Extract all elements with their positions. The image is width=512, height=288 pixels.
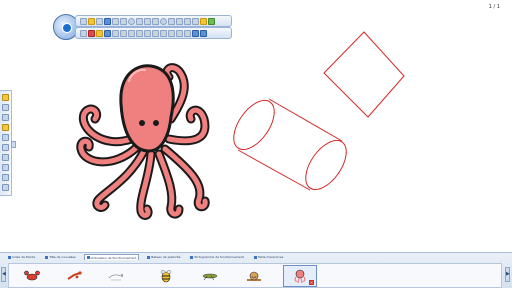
gallery-prev-button[interactable]: ◀ xyxy=(1,267,6,282)
crab-icon xyxy=(24,270,40,281)
color-blue-icon[interactable] xyxy=(104,29,111,37)
lobster-icon xyxy=(67,271,82,280)
side-pen-icon[interactable] xyxy=(2,94,9,101)
bird-sketch-icon xyxy=(108,274,124,281)
pointer-icon[interactable] xyxy=(80,29,87,37)
shape-tool-icon[interactable] xyxy=(152,17,159,25)
gallery-next-button[interactable]: ▶ xyxy=(505,267,510,282)
bold-icon[interactable] xyxy=(144,29,151,37)
gallery-item-octopus[interactable]: × xyxy=(283,265,317,287)
page-icon[interactable] xyxy=(192,29,199,37)
gallery-tabs: Index de Pointe Title de nouvelles Ordin… xyxy=(0,253,512,261)
align-icon[interactable] xyxy=(160,29,167,37)
side-image-icon[interactable] xyxy=(2,174,9,181)
circle-tool-icon[interactable] xyxy=(160,17,167,25)
diamond-shape xyxy=(323,31,405,118)
folder-icon xyxy=(253,255,257,259)
toolbar-row-bottom xyxy=(75,27,232,39)
cylinder-end-left xyxy=(233,100,275,150)
color-red-icon[interactable] xyxy=(88,29,95,37)
gallery-panel: Index de Pointe Title de nouvelles Ordin… xyxy=(0,252,512,288)
gallery-tab[interactable]: Bateau de publicité xyxy=(145,254,182,260)
gallery-item-lobster[interactable] xyxy=(59,265,89,287)
rectangle-tool-icon[interactable] xyxy=(120,17,127,25)
grid-tool-icon[interactable] xyxy=(176,17,183,25)
gallery-strip: × xyxy=(8,263,502,288)
side-shape-icon[interactable] xyxy=(2,134,9,141)
octopus-icon xyxy=(76,63,210,220)
font-icon[interactable] xyxy=(136,29,143,37)
side-text-icon[interactable] xyxy=(2,144,9,151)
fill-tool-icon[interactable] xyxy=(144,17,151,25)
bee-icon xyxy=(160,270,172,283)
media-icon[interactable] xyxy=(208,17,215,25)
gallery-icon[interactable] xyxy=(200,17,207,25)
gallery-item-snail[interactable] xyxy=(239,265,269,287)
eraser-icon[interactable] xyxy=(104,17,111,25)
arrow-style-icon[interactable] xyxy=(128,29,135,37)
italic-icon[interactable] xyxy=(152,29,159,37)
grasshopper-icon xyxy=(202,273,218,281)
drawn-shapes[interactable] xyxy=(230,25,410,200)
highlighter-icon[interactable] xyxy=(96,17,103,25)
page-counter: 1 / 1 xyxy=(488,4,500,10)
floating-toolbar xyxy=(53,14,232,40)
screen-icon[interactable] xyxy=(176,29,183,37)
octopus-icon xyxy=(294,269,306,284)
undo-icon[interactable] xyxy=(184,17,191,25)
zoom-icon[interactable] xyxy=(168,29,175,37)
folder-icon xyxy=(45,255,49,259)
color-yellow-icon[interactable] xyxy=(96,29,103,37)
pen-tool-icon[interactable] xyxy=(88,17,95,25)
gallery-item-bee[interactable] xyxy=(151,265,181,287)
table-tool-icon[interactable] xyxy=(168,17,175,25)
side-select-icon[interactable] xyxy=(2,104,9,111)
snail-icon xyxy=(247,271,261,281)
folder-icon xyxy=(147,255,151,259)
gallery-tab-active[interactable]: Ordinateur de fonctionnement xyxy=(83,254,140,260)
gallery-tab[interactable]: Index de Pointe xyxy=(6,254,37,260)
toolbar-row-top xyxy=(75,15,232,27)
ellipse-tool-icon[interactable] xyxy=(128,17,135,25)
cylinder-top-edge xyxy=(268,98,343,142)
dial-center-icon xyxy=(62,23,72,33)
gallery-item-bird[interactable] xyxy=(101,265,131,287)
text-tool-icon[interactable] xyxy=(136,17,143,25)
octopus-image[interactable] xyxy=(59,59,226,224)
capture-icon[interactable] xyxy=(184,29,191,37)
delete-item-button[interactable]: × xyxy=(309,280,314,285)
menu-icon[interactable] xyxy=(200,29,207,37)
side-hide-icon[interactable] xyxy=(2,184,9,191)
folder-icon xyxy=(86,256,90,259)
side-eraser-icon[interactable] xyxy=(2,114,9,121)
gallery-item-grasshopper[interactable] xyxy=(195,265,225,287)
line-tool-icon[interactable] xyxy=(112,17,119,25)
cylinder-bottom-edge xyxy=(237,149,311,191)
line-width-icon[interactable] xyxy=(112,29,119,37)
cylinder-end-right xyxy=(305,140,347,190)
side-line-icon[interactable] xyxy=(2,154,9,161)
gallery-tab[interactable]: Table d'exercices xyxy=(252,254,285,260)
select-tool-icon[interactable] xyxy=(80,17,87,25)
line-style-icon[interactable] xyxy=(120,29,127,37)
side-toolbar-expand-handle[interactable] xyxy=(11,141,16,148)
side-highlighter-icon[interactable] xyxy=(2,124,9,131)
gallery-item-crab[interactable] xyxy=(17,265,47,287)
whiteboard-canvas[interactable]: 1 / 1 xyxy=(0,0,512,252)
redo-icon[interactable] xyxy=(192,17,199,25)
gallery-tab[interactable]: Title de nouvelles xyxy=(43,254,77,260)
gallery-tab[interactable]: Pictogramme de fonctionnement xyxy=(188,254,245,260)
folder-icon xyxy=(8,255,11,259)
side-fill-icon[interactable] xyxy=(2,164,9,171)
folder-icon xyxy=(190,255,194,259)
